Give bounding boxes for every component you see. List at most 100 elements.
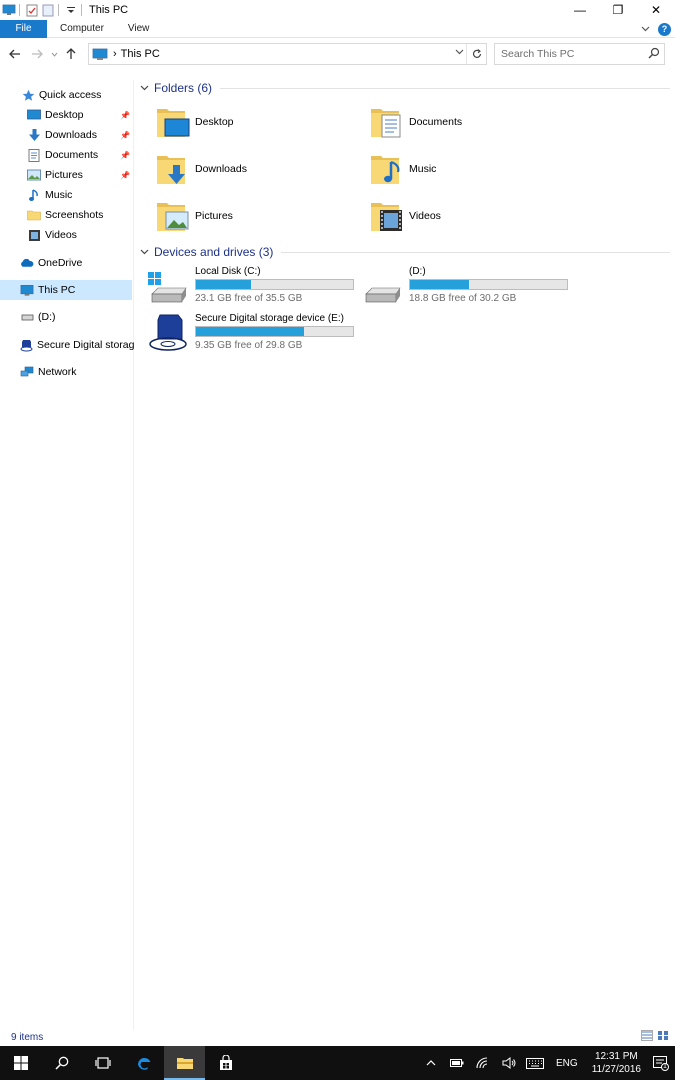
edge-button[interactable]	[123, 1046, 164, 1080]
refresh-icon	[472, 49, 481, 58]
folder-icon	[176, 1058, 193, 1069]
nav-quick-access[interactable]: Quick access	[21, 85, 101, 105]
sidebar-item-screenshots[interactable]: Screenshots	[27, 205, 103, 225]
show-hidden-icons-button[interactable]	[418, 1046, 444, 1080]
search-icon[interactable]	[648, 47, 660, 62]
input-language[interactable]: ENG	[556, 1058, 578, 1069]
divider	[220, 87, 670, 89]
expand-ribbon-icon[interactable]	[641, 23, 650, 35]
tab-view[interactable]: View	[116, 20, 162, 38]
this-pc-icon[interactable]	[2, 3, 16, 17]
sidebar-item-downloads[interactable]: Downloads 📌	[27, 125, 134, 145]
drive-usage-bar	[195, 279, 354, 290]
back-button[interactable]	[4, 43, 26, 65]
drive-c[interactable]: Local Disk (C:) 23.1 GB free of 35.5 GB	[140, 266, 354, 310]
store-button[interactable]	[205, 1046, 246, 1080]
pin-icon[interactable]: 📌	[120, 171, 130, 180]
new-folder-icon[interactable]	[41, 3, 55, 17]
clock[interactable]: 12:31 PM 11/27/2016	[592, 1050, 641, 1076]
sidebar-item-desktop[interactable]: Desktop 📌	[27, 105, 134, 125]
nav-sd-storage[interactable]: Secure Digital storage	[20, 335, 134, 355]
drive-usage-bar	[409, 279, 568, 290]
folders-group-header[interactable]: Folders (6)	[140, 78, 670, 98]
file-explorer-button[interactable]	[164, 1046, 205, 1080]
drive-d[interactable]: (D:) 18.8 GB free of 30.2 GB	[354, 266, 568, 310]
address-bar[interactable]: › This PC	[88, 43, 487, 65]
forward-button[interactable]	[26, 43, 48, 65]
sidebar-item-pictures[interactable]: Pictures 📌	[27, 165, 134, 185]
search-icon	[54, 1056, 68, 1070]
nav-d-drive[interactable]: (D:)	[20, 307, 56, 327]
search-button[interactable]	[41, 1046, 82, 1080]
forward-arrow-icon	[32, 49, 43, 59]
sidebar-item-music[interactable]: Music	[27, 185, 72, 205]
restore-button[interactable]: ❐	[599, 0, 637, 20]
task-view-button[interactable]	[82, 1046, 123, 1080]
volume-icon[interactable]	[496, 1046, 522, 1080]
separator	[58, 4, 59, 16]
sidebar-item-videos[interactable]: Videos	[27, 225, 77, 245]
nav-label: Videos	[45, 229, 77, 241]
drive-name: Local Disk (C:)	[195, 266, 261, 277]
documents-folder-icon	[369, 103, 407, 141]
breadcrumb-separator[interactable]: ›	[113, 48, 117, 60]
chevron-up-icon	[426, 1060, 436, 1066]
pin-icon[interactable]: 📌	[120, 131, 130, 140]
pin-icon[interactable]: 📌	[120, 151, 130, 160]
desktop-icon	[27, 108, 41, 122]
drive-e[interactable]: Secure Digital storage device (E:) 9.35 …	[140, 313, 354, 357]
nav-onedrive[interactable]: OneDrive	[20, 253, 82, 273]
minimize-button[interactable]: —	[561, 0, 599, 20]
network-icon[interactable]	[470, 1046, 496, 1080]
nav-label: Desktop	[45, 109, 84, 121]
back-arrow-icon	[9, 49, 20, 59]
folder-label: Downloads	[195, 163, 247, 175]
keyboard-icon[interactable]	[522, 1046, 548, 1080]
clock-time: 12:31 PM	[594, 1051, 638, 1062]
breadcrumb[interactable]: This PC	[121, 48, 160, 60]
nav-label: Secure Digital storage	[37, 339, 134, 351]
details-view-icon[interactable]	[641, 1030, 653, 1044]
folder-documents[interactable]: Documents	[369, 100, 579, 144]
address-history-icon[interactable]	[455, 47, 464, 57]
pin-icon[interactable]: 📌	[120, 111, 130, 120]
up-button[interactable]	[60, 43, 82, 65]
folder-music[interactable]: Music	[369, 147, 579, 191]
large-icons-view-icon[interactable]	[657, 1030, 669, 1044]
battery-icon[interactable]	[444, 1046, 470, 1080]
folder-desktop[interactable]: Desktop	[155, 100, 365, 144]
chevron-down-icon[interactable]	[140, 247, 149, 257]
sidebar-item-documents[interactable]: Documents 📌	[27, 145, 134, 165]
videos-folder-icon	[369, 197, 407, 235]
folder-videos[interactable]: Videos	[369, 194, 579, 238]
drive-name: (D:)	[409, 266, 426, 277]
folder-downloads[interactable]: Downloads	[155, 147, 365, 191]
chevron-down-icon[interactable]	[140, 83, 149, 93]
quick-access-toolbar	[0, 0, 85, 20]
search-placeholder[interactable]: Search This PC	[501, 48, 574, 60]
help-icon[interactable]: ?	[658, 22, 671, 36]
folder-label: Music	[409, 163, 437, 175]
nav-network[interactable]: Network	[20, 362, 77, 382]
close-button[interactable]: ✕	[637, 0, 675, 20]
drives-group-header[interactable]: Devices and drives (3)	[140, 242, 670, 262]
start-button[interactable]	[0, 1046, 41, 1080]
properties-icon[interactable]	[25, 3, 39, 17]
separator	[81, 4, 82, 16]
desktop-folder-icon	[155, 103, 193, 141]
recent-locations-button[interactable]	[48, 43, 60, 65]
drive-usage-fill	[196, 280, 251, 289]
nav-this-pc[interactable]: This PC	[0, 280, 132, 300]
nav-label: (D:)	[38, 311, 56, 323]
sd-card-icon	[20, 338, 33, 352]
customize-toolbar-icon[interactable]	[64, 3, 78, 17]
title-bar: This PC — ❐ ✕	[0, 0, 675, 20]
action-center-button[interactable]: 1	[647, 1046, 675, 1080]
folder-pictures[interactable]: Pictures	[155, 194, 365, 238]
search-box[interactable]: Search This PC	[494, 43, 665, 65]
drive-usage-fill	[410, 280, 470, 289]
tab-file[interactable]: File	[0, 19, 47, 38]
tab-computer[interactable]: Computer	[47, 20, 116, 38]
documents-icon	[27, 148, 41, 162]
refresh-button[interactable]	[466, 44, 486, 64]
